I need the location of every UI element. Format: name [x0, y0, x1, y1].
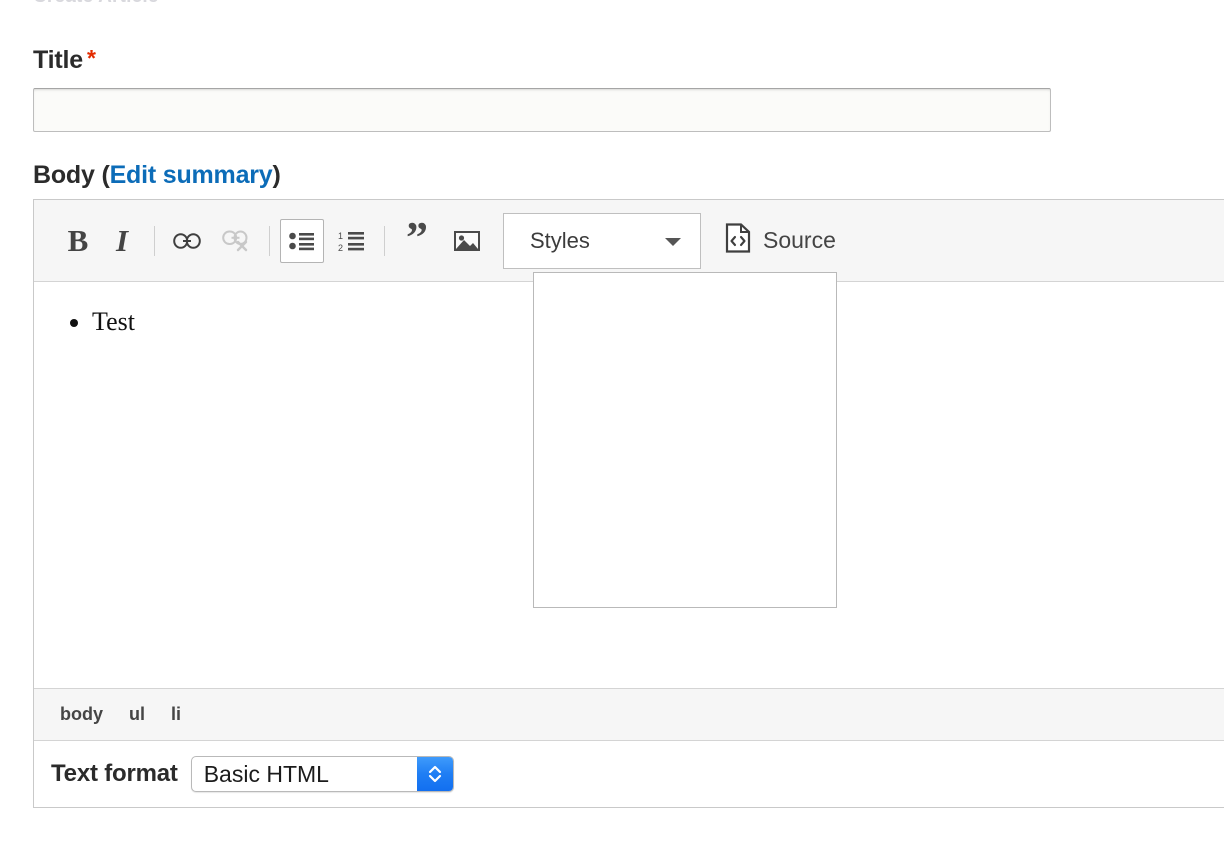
- svg-text:1: 1: [338, 231, 343, 241]
- image-icon: [453, 229, 481, 253]
- editor-toolbar: B I 1 2 ” Styles Source: [34, 200, 1224, 282]
- bold-icon: B: [67, 223, 89, 258]
- body-label-prefix: Body (: [33, 161, 110, 189]
- text-format-label: Text format: [51, 760, 178, 787]
- toolbar-separator: [154, 225, 155, 256]
- element-path-bar: body ul li: [34, 688, 1224, 741]
- link-icon: [173, 232, 201, 250]
- text-format-selected-value: Basic HTML: [203, 760, 329, 787]
- link-button[interactable]: [165, 219, 209, 263]
- element-path-li[interactable]: li: [171, 704, 181, 725]
- text-format-row: Text format Basic HTML: [34, 741, 1224, 807]
- unlink-icon: [222, 230, 252, 252]
- blockquote-button[interactable]: ”: [395, 213, 439, 263]
- toolbar-separator: [269, 225, 270, 256]
- image-button[interactable]: [445, 219, 489, 263]
- svg-text:2: 2: [338, 243, 343, 252]
- toolbar-separator: [384, 225, 385, 256]
- styles-dropdown-panel[interactable]: [533, 272, 837, 608]
- node-edit-form: Create Article Title* Body (Edit summary…: [0, 0, 1224, 842]
- numbered-list-icon: 1 2: [338, 230, 366, 252]
- italic-icon: I: [115, 223, 129, 258]
- cut-off-page-heading: Create Article: [33, 0, 353, 2]
- source-button[interactable]: Source: [719, 219, 842, 263]
- body-field-label: Body (Edit summary): [33, 161, 281, 190]
- bold-button[interactable]: B: [56, 219, 100, 263]
- bulleted-list-icon: [289, 231, 315, 251]
- styles-dropdown-button[interactable]: Styles: [503, 212, 701, 269]
- source-button-label: Source: [763, 227, 836, 253]
- required-asterisk: *: [86, 45, 96, 71]
- up-down-chevron-icon[interactable]: [416, 757, 453, 791]
- chevron-down-icon: [665, 237, 681, 246]
- body-label-suffix: ): [272, 161, 281, 189]
- element-path-ul[interactable]: ul: [129, 704, 145, 725]
- blockquote-icon: ”: [406, 213, 428, 263]
- bulleted-list-button[interactable]: [280, 218, 324, 263]
- title-label-text: Title: [33, 46, 83, 74]
- element-path-body[interactable]: body: [60, 704, 103, 725]
- title-field-label: Title *: [33, 45, 96, 75]
- title-input[interactable]: [33, 88, 1051, 132]
- unlink-button: [215, 219, 259, 263]
- italic-button[interactable]: I: [100, 219, 144, 263]
- numbered-list-button[interactable]: 1 2: [330, 219, 374, 263]
- source-code-icon: [725, 223, 751, 258]
- styles-dropdown-label: Styles: [530, 227, 590, 253]
- edit-summary-link[interactable]: Edit summary: [110, 161, 273, 189]
- text-format-select[interactable]: Basic HTML: [190, 756, 454, 792]
